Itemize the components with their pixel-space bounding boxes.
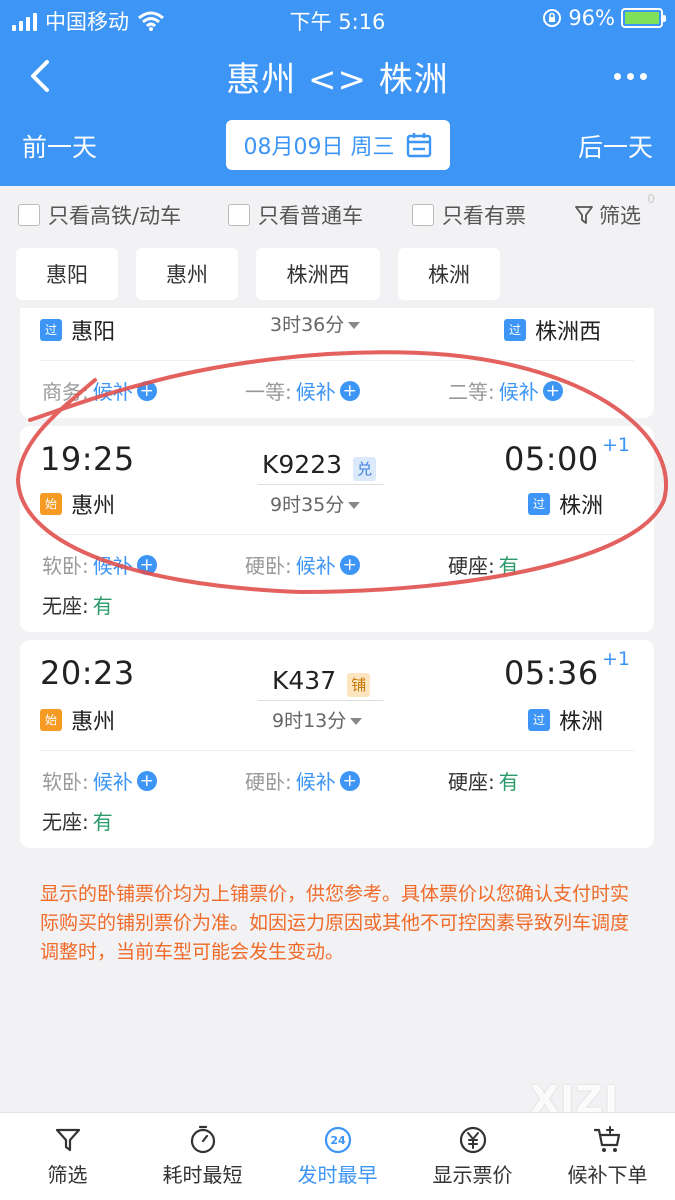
caret-down-icon (350, 718, 363, 725)
filter-icon (575, 206, 593, 224)
svg-text:24: 24 (330, 1134, 346, 1147)
date-picker[interactable]: 08月09日 周三 (226, 120, 450, 170)
checkbox-label: 只看普通车 (258, 204, 363, 228)
train-card[interactable]: 20:23 始 惠州 K437 铺 9时13分 05:36 +1 过 株洲 软卧… (20, 640, 654, 848)
bottom-tab-bar: 筛选 耗时最短 24 发时最早 显示票价 候补下单 (0, 1112, 675, 1200)
plus-icon: + (136, 770, 157, 791)
clock-24-icon: 24 (324, 1126, 351, 1154)
seat-soft-sleeper[interactable]: 软卧: 候补 + (42, 766, 157, 795)
tab-label: 筛选 (47, 1163, 88, 1187)
caret-down-icon (348, 322, 361, 329)
stopwatch-icon (190, 1125, 215, 1154)
prev-day-button[interactable]: 前一天 (22, 128, 97, 164)
filter-label: 筛选 (599, 204, 641, 228)
tab-show-price[interactable]: 显示票价 (405, 1113, 540, 1200)
more-button[interactable] (605, 58, 655, 94)
to-station: 株洲 (559, 710, 604, 735)
pass-badge: 过 (528, 709, 550, 731)
station-chip[interactable]: 惠阳 (16, 248, 118, 300)
station-chips: 惠阳 惠州 株洲西 株洲 (0, 246, 675, 302)
high-speed-checkbox[interactable]: 只看高铁/动车 (18, 200, 181, 230)
origin-badge: 始 (40, 709, 62, 731)
available-only-checkbox[interactable]: 只看有票 (412, 200, 526, 230)
checkbox-box (18, 204, 40, 226)
date-bar: 前一天 08月09日 周三 后一天 (0, 118, 675, 174)
train-tag: 铺 (347, 672, 371, 697)
page-title: 惠州 <> 株洲 (226, 60, 449, 100)
duration[interactable]: 9时13分 (272, 706, 363, 733)
yuan-icon (459, 1126, 486, 1154)
next-day-button[interactable]: 后一天 (578, 128, 653, 164)
red-annotation-circle (15, 350, 668, 595)
tab-waitlist[interactable]: 候补下单 (540, 1113, 675, 1200)
station-chip[interactable]: 惠州 (136, 248, 238, 300)
tab-filter[interactable]: 筛选 (0, 1113, 135, 1200)
status-bar: 中国移动 下午 5:16 96% (0, 0, 675, 38)
rotation-lock-icon (543, 9, 562, 27)
header: 中国移动 下午 5:16 96% 惠州 <> 株洲 前一天 08月09日 周三 … (0, 0, 675, 186)
checkbox-box (412, 204, 434, 226)
seat-hard-seat[interactable]: 硬座: 有 (448, 766, 519, 795)
tab-label: 耗时最短 (162, 1163, 243, 1187)
cart-icon (593, 1126, 620, 1152)
tab-earliest[interactable]: 24 发时最早 (270, 1113, 405, 1200)
tab-label: 发时最早 (297, 1163, 378, 1187)
station-chip[interactable]: 株洲 (398, 248, 500, 300)
price-notice: 显示的卧铺票价均为上铺票价，供您参考。具体票价以您确认支付时实际购买的铺别票价为… (40, 883, 630, 963)
nav-bar: 惠州 <> 株洲 (0, 44, 675, 108)
day-offset: +1 (602, 648, 631, 670)
selected-date: 08月09日 周三 (243, 135, 395, 160)
plus-icon: + (339, 770, 360, 791)
checkbox-label: 只看有票 (442, 204, 526, 228)
filter-row: 只看高铁/动车 只看普通车 只看有票 筛选 0 (0, 188, 675, 238)
filter-button[interactable]: 筛选 (575, 200, 641, 230)
depart-time: 20:23 (40, 654, 135, 692)
checkbox-label: 只看高铁/动车 (48, 204, 182, 228)
train-number[interactable]: K437 (272, 666, 336, 695)
arrive-time: 05:36 (504, 654, 599, 692)
normal-train-checkbox[interactable]: 只看普通车 (228, 200, 363, 230)
calendar-icon (407, 133, 432, 158)
tab-label: 显示票价 (432, 1163, 513, 1187)
checkbox-box (228, 204, 250, 226)
filter-count-badge: 0 (647, 192, 655, 206)
tab-label: 候补下单 (567, 1163, 648, 1187)
filter-icon (55, 1128, 80, 1152)
from-station: 惠州 (71, 710, 116, 735)
station-chip[interactable]: 株洲西 (256, 248, 380, 300)
battery-icon (621, 8, 666, 28)
seat-standing[interactable]: 无座: 有 (42, 806, 113, 835)
battery-percent: 96% (568, 6, 615, 30)
seat-hard-sleeper[interactable]: 硬卧: 候补 + (245, 766, 360, 795)
tab-shortest[interactable]: 耗时最短 (135, 1113, 270, 1200)
